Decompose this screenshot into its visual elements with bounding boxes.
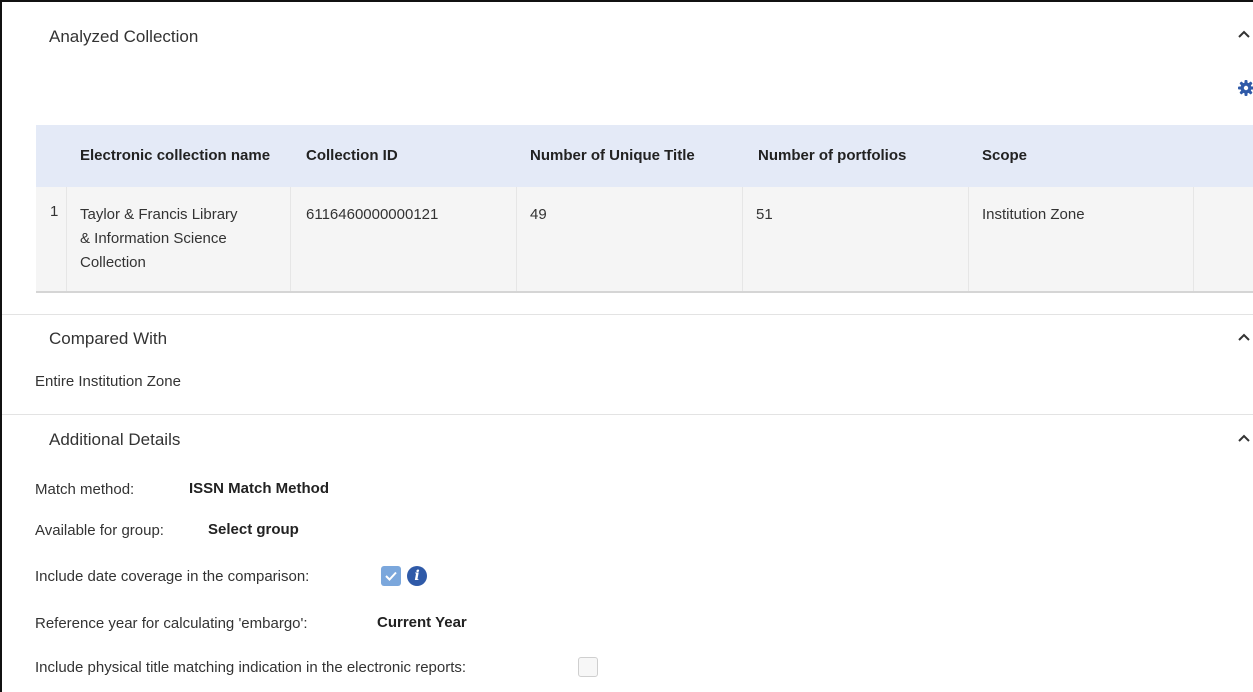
collection-name-cell[interactable]: Taylor & Francis Library & Information S… [80, 203, 238, 275]
collection-name-line: & Information Science [80, 230, 227, 247]
physical-title-matching-checkbox[interactable] [578, 657, 598, 677]
portfolios-cell: 51 [756, 206, 773, 223]
collection-name-line: Taylor & Francis Library [80, 206, 238, 223]
date-coverage-checkbox[interactable] [381, 566, 401, 586]
available-for-group-value[interactable]: Select group [208, 521, 299, 538]
section-divider [2, 414, 1253, 415]
collection-id-cell: 6116460000000121 [306, 206, 439, 223]
chevron-up-icon[interactable] [1238, 30, 1250, 38]
scope-cell: Institution Zone [982, 206, 1085, 223]
row-number: 1 [50, 203, 59, 220]
column-divider [516, 187, 517, 291]
chevron-up-icon[interactable] [1238, 333, 1250, 341]
analyzed-collection-title: Analyzed Collection [49, 27, 199, 46]
table-header: Electronic collection name Collection ID… [36, 125, 1253, 187]
available-for-group-label: Available for group: [35, 522, 164, 539]
column-divider [742, 187, 743, 291]
additional-details-title: Additional Details [49, 430, 181, 449]
match-method-value: ISSN Match Method [189, 480, 330, 497]
compared-with-title: Compared With [49, 329, 168, 348]
match-method-label: Match method: [35, 481, 135, 498]
info-icon[interactable]: i [407, 566, 427, 586]
column-header-scope[interactable]: Scope [982, 147, 1027, 164]
check-icon [385, 571, 397, 581]
compared-with-value: Entire Institution Zone [35, 373, 181, 390]
column-divider [66, 187, 67, 291]
table-row[interactable]: 1 Taylor & Francis Library & Information… [36, 187, 1253, 293]
column-header-unique-titles[interactable]: Number of Unique Title [530, 147, 695, 164]
physical-title-matching-label: Include physical title matching indicati… [35, 659, 467, 676]
section-divider [2, 314, 1253, 315]
column-divider [968, 187, 969, 291]
column-header-collection-id[interactable]: Collection ID [306, 147, 398, 164]
column-header-portfolios[interactable]: Number of portfolios [758, 147, 906, 164]
frame-top-border [0, 0, 1253, 2]
column-divider [1193, 187, 1194, 291]
chevron-up-icon[interactable] [1238, 434, 1250, 442]
embargo-reference-year-value: Current Year [377, 614, 467, 631]
unique-titles-cell: 49 [530, 206, 547, 223]
frame-left-border [0, 0, 2, 692]
column-header-name[interactable]: Electronic collection name [80, 147, 270, 164]
column-divider [290, 187, 291, 291]
embargo-reference-year-label: Reference year for calculating 'embargo'… [35, 615, 308, 632]
gear-icon[interactable] [1238, 80, 1253, 96]
date-coverage-label: Include date coverage in the comparison: [35, 568, 310, 585]
collection-name-line: Collection [80, 254, 146, 271]
